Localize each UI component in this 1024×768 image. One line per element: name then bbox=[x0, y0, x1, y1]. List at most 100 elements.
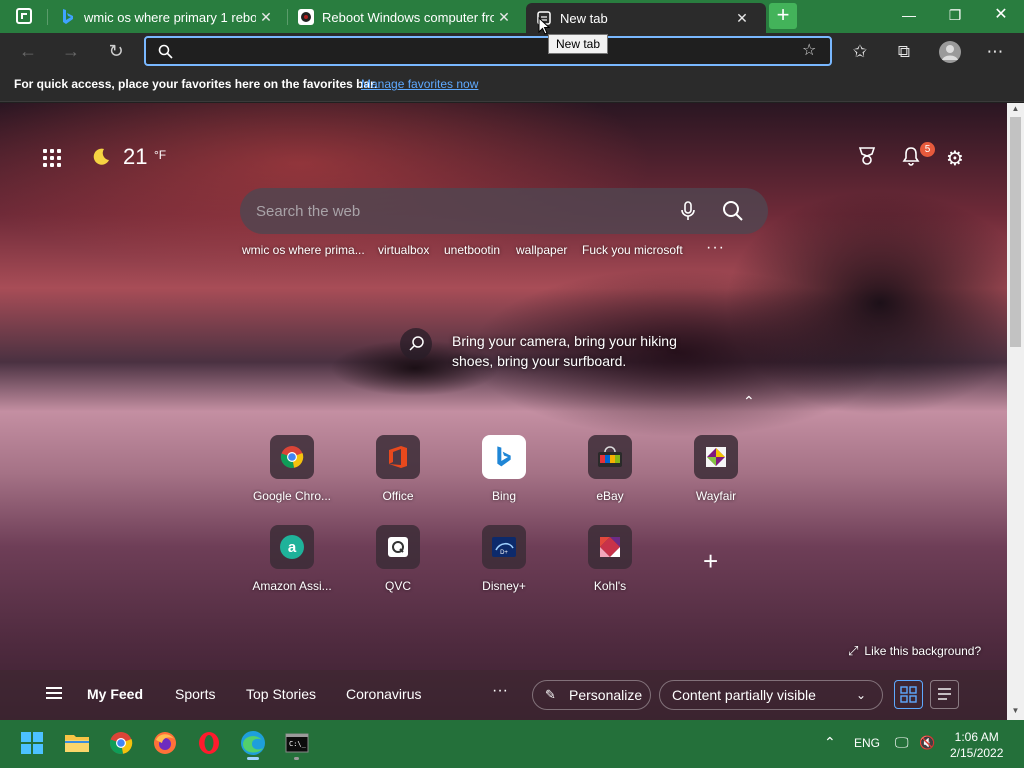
windows-start-icon[interactable] bbox=[17, 728, 47, 758]
grid-icon bbox=[900, 686, 917, 703]
tab-new-tab[interactable]: New tab ✕ bbox=[526, 3, 766, 33]
like-background-button[interactable]: ⤢ Like this background? bbox=[848, 643, 981, 659]
content-visibility-dropdown[interactable]: Content partially visible ⌄ bbox=[659, 680, 883, 710]
system-clock[interactable]: 1:06 AM 2/15/2022 bbox=[950, 729, 1003, 761]
page-settings-gear-icon[interactable]: ⚙ bbox=[942, 146, 968, 172]
chevron-down-icon: ⌄ bbox=[856, 688, 867, 702]
personalize-button[interactable]: ✎ Personalize bbox=[532, 680, 651, 710]
manage-favorites-link[interactable]: Manage favorites now bbox=[361, 77, 478, 91]
tab-reboot[interactable]: Reboot Windows computer from ✕ bbox=[288, 3, 524, 31]
terminal-icon[interactable]: C:\_ bbox=[282, 728, 312, 760]
quick-link-qvc[interactable]: QVC bbox=[353, 525, 443, 593]
notification-count-badge: 5 bbox=[920, 142, 935, 157]
grid-view-button[interactable] bbox=[894, 680, 923, 709]
disney-plus-icon: D+ bbox=[482, 525, 526, 569]
profile-icon[interactable] bbox=[936, 38, 964, 66]
minimize-icon[interactable]: — bbox=[886, 0, 932, 30]
feed-tab-my-feed[interactable]: My Feed bbox=[87, 686, 143, 702]
back-button[interactable]: ← bbox=[15, 39, 41, 65]
scroll-down-arrow-icon[interactable]: ▼ bbox=[1007, 706, 1024, 718]
show-hidden-icons-chevron[interactable]: ⌃ bbox=[824, 734, 836, 751]
quick-link-kohls[interactable]: Kohl's bbox=[565, 525, 655, 593]
feed-tab-coronavirus[interactable]: Coronavirus bbox=[346, 686, 421, 702]
favorites-bar: For quick access, place your favorites h… bbox=[0, 69, 1024, 102]
search-icon[interactable] bbox=[721, 199, 745, 223]
wayfair-icon bbox=[694, 435, 738, 479]
address-input[interactable] bbox=[180, 42, 780, 62]
scrollbar-thumb[interactable] bbox=[1010, 117, 1021, 347]
search-suggestion[interactable]: wmic os where prima... bbox=[242, 243, 365, 257]
language-indicator[interactable]: ENG bbox=[854, 736, 880, 750]
new-tab-button[interactable]: + bbox=[769, 3, 797, 29]
close-icon[interactable]: ✕ bbox=[494, 9, 514, 26]
quick-link-label: Amazon Assi... bbox=[252, 579, 332, 593]
bing-icon bbox=[60, 9, 76, 25]
favorites-icon[interactable]: ✩ bbox=[846, 38, 874, 66]
forward-button[interactable]: → bbox=[58, 39, 84, 65]
add-favorite-icon[interactable]: ☆ bbox=[802, 40, 816, 60]
opera-icon[interactable] bbox=[194, 728, 224, 758]
firefox-icon[interactable] bbox=[150, 728, 180, 758]
feed-tab-sports[interactable]: Sports bbox=[175, 686, 215, 702]
favorites-bar-message: For quick access, place your favorites h… bbox=[14, 77, 378, 91]
quick-link-amazon-assistant[interactable]: a Amazon Assi... bbox=[247, 525, 337, 593]
close-icon[interactable]: ✕ bbox=[732, 10, 752, 27]
search-suggestion[interactable]: Fuck you microsoft bbox=[582, 243, 683, 257]
clock-date: 2/15/2022 bbox=[950, 746, 1004, 760]
site-icon bbox=[298, 9, 314, 25]
tab-title: Reboot Windows computer from bbox=[322, 9, 494, 25]
tab-title: New tab bbox=[560, 10, 608, 26]
windows-taskbar: C:\_ ⌃ ENG 🖵 🔇 1:06 AM 2/15/2022 bbox=[0, 720, 1024, 768]
quick-link-chrome[interactable]: Google Chro... bbox=[247, 435, 337, 503]
web-search-input[interactable] bbox=[256, 201, 656, 221]
bing-icon bbox=[482, 435, 526, 479]
quick-link-ebay[interactable]: eBay bbox=[565, 435, 655, 503]
add-site-plus-icon[interactable]: + bbox=[703, 546, 718, 577]
moon-icon bbox=[93, 148, 109, 165]
page-scrollbar[interactable]: ▲ ▼ bbox=[1007, 103, 1024, 720]
content-visibility-value: Content partially visible bbox=[672, 687, 816, 703]
list-view-button[interactable] bbox=[930, 680, 959, 709]
refresh-button[interactable]: ↻ bbox=[103, 39, 129, 65]
tab-actions-icon[interactable] bbox=[16, 8, 32, 24]
close-window-icon[interactable]: ✕ bbox=[978, 0, 1024, 30]
chrome-icon[interactable] bbox=[106, 728, 136, 758]
qvc-icon bbox=[376, 525, 420, 569]
expand-icon: ⤢ bbox=[848, 643, 859, 658]
scroll-up-arrow-icon[interactable]: ▲ bbox=[1007, 104, 1024, 116]
background-caption[interactable]: Bring your camera, bring your hiking sho… bbox=[452, 331, 692, 371]
quick-link-office[interactable]: Office bbox=[353, 435, 443, 503]
hamburger-menu-icon[interactable] bbox=[46, 687, 62, 699]
collections-icon[interactable]: ⧉ bbox=[890, 38, 918, 66]
quick-link-label: Google Chro... bbox=[252, 489, 332, 503]
address-bar[interactable]: ☆ bbox=[144, 36, 832, 66]
file-explorer-icon[interactable] bbox=[62, 728, 92, 758]
restore-icon[interactable]: ❐ bbox=[932, 0, 978, 30]
more-suggestions-icon[interactable]: ··· bbox=[706, 239, 725, 257]
collapse-chevron-icon[interactable]: ⌃ bbox=[743, 393, 755, 410]
rewards-icon[interactable] bbox=[854, 146, 880, 172]
edge-icon[interactable] bbox=[238, 728, 268, 760]
weather-temperature[interactable]: 21 bbox=[123, 144, 147, 170]
quick-link-wayfair[interactable]: Wayfair bbox=[671, 435, 761, 503]
network-icon[interactable]: 🖵 bbox=[895, 734, 909, 751]
tab-wmic[interactable]: wmic os where primary 1 reboot ✕ bbox=[50, 3, 286, 31]
app-launcher-icon[interactable] bbox=[43, 149, 61, 167]
settings-more-icon[interactable]: ⋯ bbox=[981, 38, 1009, 66]
microphone-icon[interactable] bbox=[676, 199, 700, 223]
list-icon bbox=[938, 688, 951, 700]
close-icon[interactable]: ✕ bbox=[256, 9, 276, 26]
quick-link-disney-plus[interactable]: D+ Disney+ bbox=[459, 525, 549, 593]
web-search-box[interactable] bbox=[240, 188, 768, 234]
quick-link-bing[interactable]: Bing bbox=[459, 435, 549, 503]
image-info-icon[interactable] bbox=[400, 328, 432, 360]
feed-tab-top-stories[interactable]: Top Stories bbox=[246, 686, 316, 702]
search-suggestion[interactable]: wallpaper bbox=[516, 243, 567, 257]
search-suggestion[interactable]: unetbootin bbox=[444, 243, 500, 257]
feed-navigation-bar: My Feed Sports Top Stories Coronavirus ·… bbox=[0, 670, 1007, 720]
search-suggestion[interactable]: virtualbox bbox=[378, 243, 429, 257]
new-tab-page: 21 °F 5 ⚙ wmic os where prima... virtual… bbox=[0, 103, 1007, 720]
more-tabs-icon[interactable]: ··· bbox=[492, 682, 508, 700]
quick-link-label: Wayfair bbox=[695, 489, 737, 503]
volume-muted-icon[interactable]: 🔇 bbox=[919, 735, 935, 751]
